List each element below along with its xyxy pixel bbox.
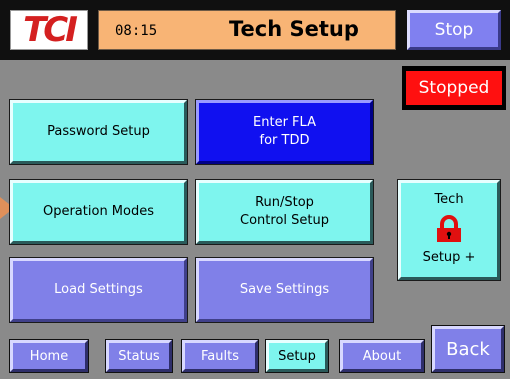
operation-modes-button[interactable]: Operation Modes: [9, 179, 188, 245]
nav-about-button[interactable]: About: [339, 339, 425, 373]
password-setup-label: Password Setup: [47, 124, 150, 140]
password-setup-button[interactable]: Password Setup: [9, 99, 188, 165]
nav-faults-button[interactable]: Faults: [181, 339, 259, 373]
load-settings-label: Load Settings: [54, 282, 143, 298]
tci-logo: TCI: [10, 10, 88, 50]
run-stop-control-setup-button[interactable]: Run/Stop Control Setup: [195, 179, 374, 245]
stop-button[interactable]: Stop: [407, 10, 501, 50]
hmi-screen: TCI 08:15 Tech Setup Stop Stopped Passwo…: [0, 0, 510, 379]
run-stop-label-line2: Control Setup: [240, 213, 329, 228]
tech-label: Tech: [434, 192, 464, 207]
tech-setup-plus-button[interactable]: Tech Setup +: [397, 179, 501, 281]
setup-plus-label: Setup +: [422, 250, 476, 266]
operation-modes-label: Operation Modes: [42, 204, 155, 220]
save-settings-label: Save Settings: [239, 282, 330, 298]
nav-status-button[interactable]: Status: [105, 339, 173, 373]
lock-icon: [437, 215, 461, 242]
save-settings-button[interactable]: Save Settings: [195, 257, 374, 323]
page-title: Tech Setup: [229, 17, 359, 41]
title-bar: 08:15 Tech Setup: [98, 10, 396, 50]
nav-home-button[interactable]: Home: [9, 339, 89, 373]
logo-text: TCI: [23, 10, 78, 50]
load-settings-button[interactable]: Load Settings: [9, 257, 188, 323]
status-badge: Stopped: [406, 71, 502, 105]
header-bar: TCI 08:15 Tech Setup Stop: [0, 0, 510, 60]
run-stop-label-line1: Run/Stop: [255, 195, 314, 211]
back-button[interactable]: Back: [431, 325, 505, 373]
enter-fla-label-line1: Enter FLA: [253, 115, 316, 131]
clock: 08:15: [115, 23, 158, 39]
nav-setup-button[interactable]: Setup: [265, 339, 329, 373]
enter-fla-label-line2: for TDD: [259, 133, 310, 148]
status-indicator: Stopped: [402, 66, 506, 110]
enter-fla-button[interactable]: Enter FLA for TDD: [195, 99, 374, 165]
